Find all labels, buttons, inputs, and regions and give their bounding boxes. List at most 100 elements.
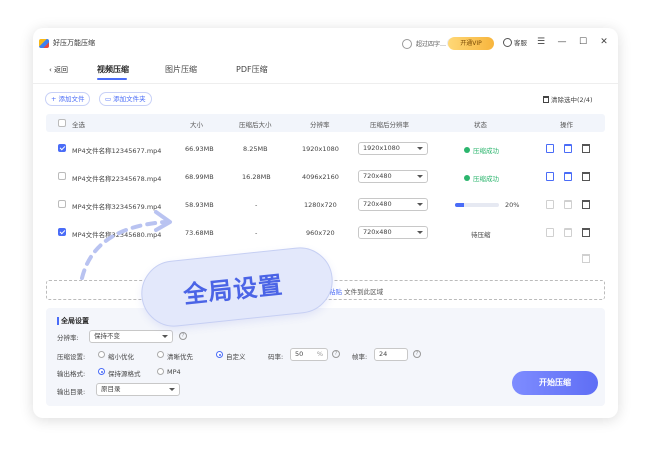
user-name[interactable]: 超过四字… (416, 39, 446, 48)
resolution-label: 分辨率: (57, 334, 79, 342)
customer-service-button[interactable]: 客服 (503, 37, 527, 47)
file-size: 68.99MB (185, 173, 214, 181)
radio-keep-source-format-label[interactable]: 保持源格式 (108, 368, 141, 378)
target-resolution-value: 720x480 (363, 228, 392, 236)
select-all-checkbox[interactable] (58, 119, 66, 127)
settings-title: 全局设置 (61, 317, 89, 325)
compressed-size: 8.25MB (243, 145, 268, 153)
chevron-down-icon (417, 203, 423, 206)
row-checkbox[interactable] (58, 144, 66, 152)
customer-service-label: 客服 (514, 39, 527, 47)
open-file-icon (546, 228, 554, 237)
resolution: 1920x1080 (302, 145, 339, 153)
target-resolution-value: 720x480 (363, 172, 392, 180)
file-size: 66.93MB (185, 145, 214, 153)
app-logo-icon (39, 39, 49, 48)
compressed-size: - (255, 201, 258, 209)
success-dot-icon (464, 175, 470, 181)
output-dir-select[interactable]: 原目录 (96, 383, 180, 396)
start-compress-button[interactable]: 开始压缩 (512, 371, 598, 395)
radio-shrink-optimize-label[interactable]: 缩小优化 (108, 351, 134, 361)
radio-shrink-optimize[interactable] (98, 351, 105, 358)
tab-image-compress[interactable]: 图片压缩 (165, 64, 197, 75)
table-header: 全选 大小 压缩后大小 分辨率 压缩后分辨率 状态 操作 (46, 114, 605, 132)
progress-fill (455, 203, 464, 207)
user-avatar-icon[interactable] (402, 39, 412, 49)
radio-mp4-label[interactable]: MP4 (167, 368, 181, 376)
back-button[interactable]: ‹ 返回 (49, 65, 68, 75)
minimize-icon[interactable]: — (556, 36, 568, 48)
row-checkbox[interactable] (58, 228, 66, 236)
file-name: MP4文件名称12345677.mp4 (72, 147, 162, 155)
open-folder-icon (564, 200, 572, 209)
help-icon[interactable]: ? (332, 350, 340, 358)
tab-pdf-compress[interactable]: PDF压缩 (236, 64, 268, 75)
chevron-down-icon (417, 175, 423, 178)
target-resolution-select[interactable]: 720x480 (358, 170, 428, 183)
open-folder-icon (564, 228, 572, 237)
open-file-icon[interactable] (546, 172, 554, 181)
drop-zone-text: 粘贴 文件到此区域 (329, 286, 383, 296)
menu-icon[interactable]: ☰ (535, 36, 547, 48)
add-file-label: 添加文件 (58, 95, 85, 103)
open-folder-icon[interactable] (564, 172, 572, 181)
radio-clarity-first[interactable] (157, 351, 164, 358)
bitrate-unit: % (316, 350, 323, 358)
open-file-icon[interactable] (546, 144, 554, 153)
status-text: 待压缩 (471, 231, 491, 239)
framerate-value: 24 (379, 350, 388, 358)
col-status: 状态 (474, 121, 487, 129)
compressed-size: - (255, 229, 258, 237)
row-checkbox[interactable] (58, 172, 66, 180)
help-icon[interactable]: ? (413, 350, 421, 358)
radio-mp4[interactable] (157, 368, 164, 375)
compressed-size: 16.28MB (242, 173, 271, 181)
bitrate-value: 50 (295, 350, 304, 358)
chevron-down-icon (417, 147, 423, 150)
open-folder-icon[interactable] (564, 144, 572, 153)
help-icon[interactable]: ? (179, 332, 187, 340)
add-folder-button[interactable]: ▭ 添加文件夹 (99, 92, 152, 106)
resolution-select[interactable]: 保持不变 (89, 330, 173, 343)
target-resolution-select[interactable]: 720x480 (358, 226, 428, 239)
radio-custom[interactable] (216, 351, 223, 358)
drop-zone-label: 文件到此区域 (344, 288, 384, 296)
col-select-all[interactable]: 全选 (72, 119, 85, 129)
table-row[interactable]: MP4文件名称12345677.mp4 66.93MB 8.25MB 1920x… (46, 135, 605, 163)
open-vip-button[interactable]: 开通VIP (448, 37, 494, 50)
close-icon[interactable]: ✕ (598, 36, 610, 48)
output-dir-label: 输出目录: (57, 388, 86, 396)
progress-bar (455, 203, 499, 207)
delete-icon[interactable] (582, 200, 590, 209)
resolution: 1280x720 (304, 201, 337, 209)
bitrate-input[interactable]: 50% (290, 348, 328, 361)
resolution: 960x720 (306, 229, 335, 237)
status-text: 压缩成功 (473, 147, 499, 155)
delete-icon[interactable] (582, 144, 590, 153)
file-name: MP4文件名称22345678.mp4 (72, 175, 162, 183)
radio-custom-label[interactable]: 自定义 (226, 351, 246, 361)
radio-keep-source-format[interactable] (98, 368, 105, 375)
headset-icon (503, 37, 512, 47)
plus-icon: + (51, 95, 57, 103)
output-dir-value: 原目录 (101, 385, 121, 393)
chevron-down-icon (162, 335, 168, 338)
tab-video-compress[interactable]: 视频压缩 (97, 64, 129, 75)
table-row[interactable]: MP4文件名称22345678.mp4 68.99MB 16.28MB 4096… (46, 163, 605, 191)
chevron-down-icon (169, 388, 175, 391)
add-file-button[interactable]: + 添加文件 (45, 92, 91, 106)
radio-clarity-first-label[interactable]: 清晰优先 (167, 351, 193, 361)
maximize-icon[interactable]: ☐ (577, 36, 589, 48)
delete-icon[interactable] (582, 172, 590, 181)
row-checkbox[interactable] (58, 200, 66, 208)
delete-icon[interactable] (582, 228, 590, 237)
add-folder-label: 添加文件夹 (113, 95, 146, 103)
delete-icon (582, 254, 590, 263)
file-size: 73.68MB (185, 229, 214, 237)
col-size: 大小 (190, 121, 203, 129)
clear-selected-button[interactable]: 清除选中(2/4) (543, 94, 593, 104)
col-target-resolution: 压缩后分辨率 (370, 121, 409, 129)
framerate-input[interactable]: 24 (374, 348, 408, 361)
target-resolution-select[interactable]: 720x480 (358, 198, 428, 211)
target-resolution-select[interactable]: 1920x1080 (358, 142, 428, 155)
